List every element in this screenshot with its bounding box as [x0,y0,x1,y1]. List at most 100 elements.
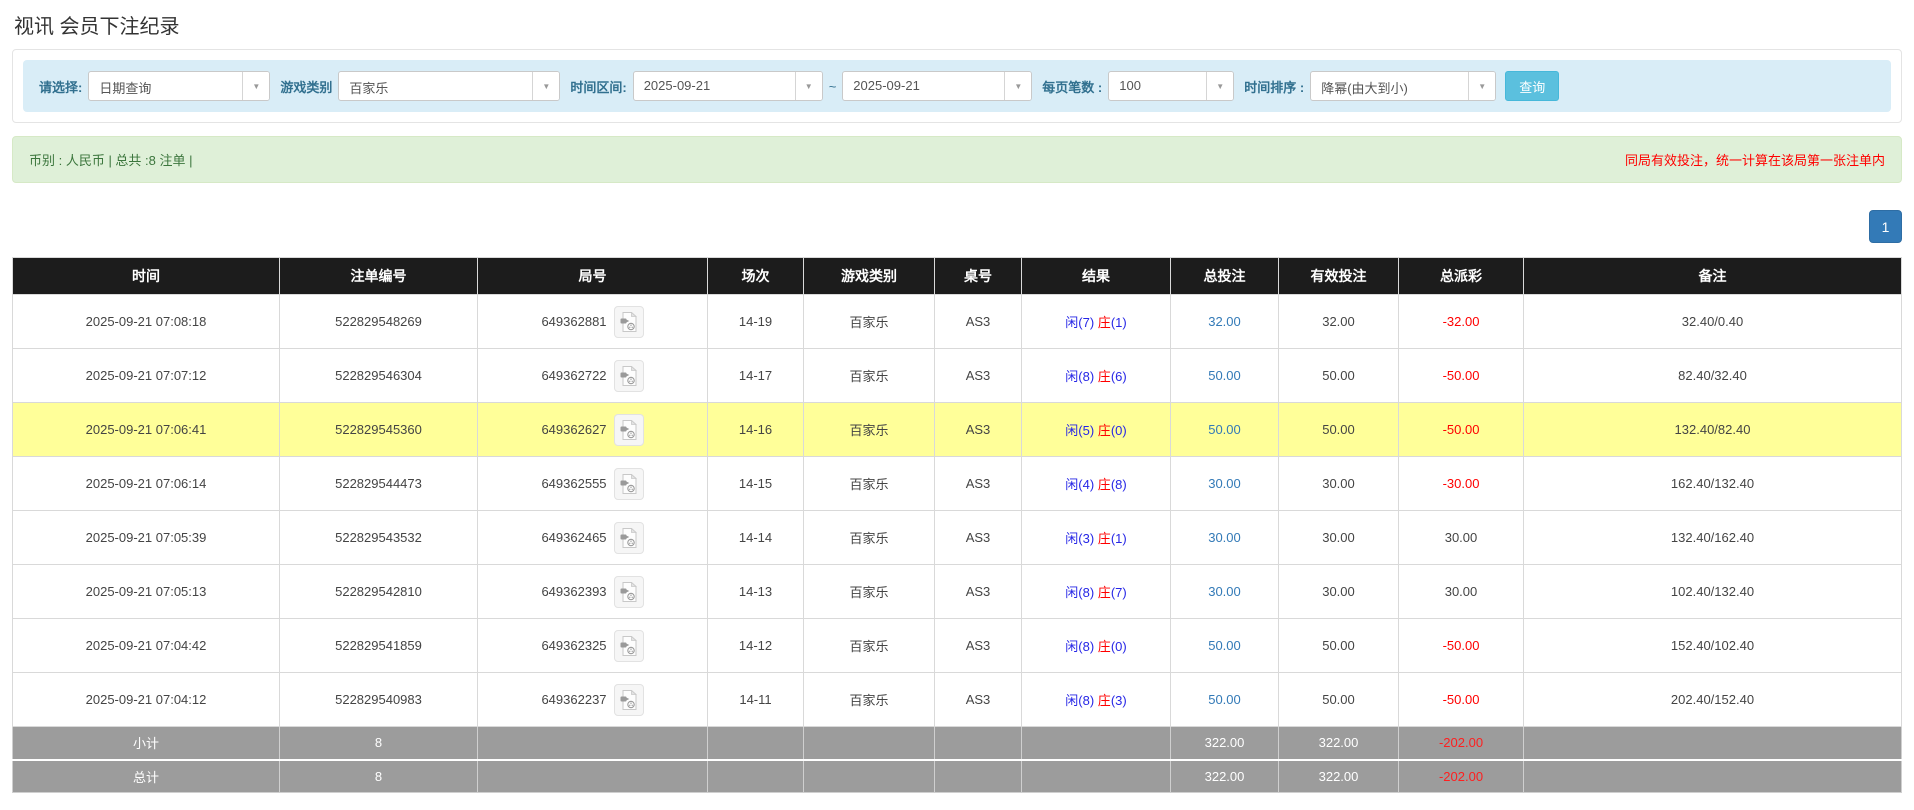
video-replay-button[interactable] [613,683,644,716]
result-banker: 庄 [1097,369,1111,384]
round-id-value: 649362555 [541,476,607,491]
cell-table-id: AS3 [934,402,1022,457]
cell-valid-bet: 50.00 [1278,618,1399,673]
cell-session: 14-17 [707,348,804,403]
video-file-icon [620,689,638,710]
result-banker: 庄 [1097,639,1111,654]
cell-payout: -50.00 [1398,618,1524,673]
cell-result: 闲(4) 庄(8) [1021,456,1171,511]
total-bet-link[interactable]: 50.00 [1208,368,1241,383]
result-banker-points: (3) [1110,693,1127,708]
video-replay-button[interactable] [613,413,644,446]
cell-total-bet: 50.00 [1170,402,1279,457]
video-file-icon [620,635,638,656]
date-from-select[interactable]: 2025-09-21 ▼ [632,71,823,101]
result-banker-points: (0) [1110,423,1127,438]
video-replay-button[interactable] [613,521,644,554]
cell-round-id: 649362393 [477,564,708,619]
filter-bar: 请选择: 日期查询 ▼ 游戏类别 百家乐 ▼ 时间区间: 2025-09-21 … [23,60,1891,112]
chevron-down-icon: ▼ [1468,72,1496,100]
video-replay-button[interactable] [613,467,644,500]
round-id-value: 649362237 [541,692,607,707]
date-to-select[interactable]: 2025-09-21 ▼ [842,71,1033,101]
cell-game-type: 百家乐 [803,510,935,565]
cell-valid-bet: 50.00 [1278,672,1399,727]
total-row: 总计 8 322.00 322.00 -202.00 [12,758,1902,793]
game-type-label: 游戏类别 [280,79,333,95]
game-type-select[interactable]: 百家乐 ▼ [338,71,561,101]
subtotal-count: 8 [279,726,478,760]
result-player: 闲(5) [1065,423,1095,438]
table-row: 2025-09-21 07:06:41 522829545360 6493626… [12,402,1902,457]
summary-bar: 币别 : 人民币 | 总共 :8 注单 | 同局有效投注，统一计算在该局第一张注… [12,136,1902,183]
table-row: 2025-09-21 07:07:12 522829546304 6493627… [12,348,1902,403]
video-replay-button[interactable] [613,629,644,662]
total-payout: -202.00 [1398,758,1524,793]
header-table-id: 桌号 [934,257,1022,295]
table-row: 2025-09-21 07:06:14 522829544473 6493625… [12,456,1902,511]
cell-session: 14-19 [707,294,804,349]
round-id-value: 649362722 [541,368,607,383]
cell-time: 2025-09-21 07:05:13 [12,564,280,619]
cell-remark: 152.40/102.40 [1523,618,1902,673]
chevron-down-icon: ▼ [1206,72,1234,100]
total-bet-link[interactable]: 30.00 [1208,530,1241,545]
cell-table-id: AS3 [934,618,1022,673]
header-round-id: 局号 [477,257,708,295]
subtotal-label: 小计 [12,726,280,760]
mode-select[interactable]: 日期查询 ▼ [88,71,271,101]
result-banker-points: (1) [1110,531,1127,546]
cell-remark: 202.40/152.40 [1523,672,1902,727]
cell-result: 闲(7) 庄(1) [1021,294,1171,349]
cell-total-bet: 30.00 [1170,456,1279,511]
total-bet-link[interactable]: 32.00 [1208,314,1241,329]
video-replay-button[interactable] [613,575,644,608]
result-player: 闲(8) [1065,639,1095,654]
subtotal-valid-bet: 322.00 [1278,726,1399,760]
result-banker-points: (6) [1110,369,1127,384]
header-bet-id: 注单编号 [279,257,478,295]
chevron-down-icon: ▼ [794,72,822,100]
cell-table-id: AS3 [934,456,1022,511]
result-player: 闲(8) [1065,693,1095,708]
cell-round-id: 649362325 [477,618,708,673]
cell-result: 闲(8) 庄(7) [1021,564,1171,619]
subtotal-row: 小计 8 322.00 322.00 -202.00 [12,726,1902,760]
video-file-icon [620,473,638,494]
subtotal-payout: -202.00 [1398,726,1524,760]
table-row: 2025-09-21 07:08:18 522829548269 6493628… [12,294,1902,349]
video-file-icon [620,365,638,386]
header-valid-bet: 有效投注 [1278,257,1399,295]
cell-table-id: AS3 [934,294,1022,349]
cell-game-type: 百家乐 [803,618,935,673]
page-1-button[interactable]: 1 [1869,210,1902,243]
cell-total-bet: 30.00 [1170,510,1279,565]
cell-payout: 30.00 [1398,510,1524,565]
cell-table-id: AS3 [934,564,1022,619]
total-bet-link[interactable]: 50.00 [1208,638,1241,653]
cell-valid-bet: 30.00 [1278,456,1399,511]
video-replay-button[interactable] [613,359,644,392]
total-bet-link[interactable]: 50.00 [1208,692,1241,707]
per-page-label: 每页笔数 : [1042,79,1103,95]
cell-bet-id: 522829543532 [279,510,478,565]
video-replay-button[interactable] [613,305,644,338]
total-bet-link[interactable]: 30.00 [1208,476,1241,491]
filter-panel: 请选择: 日期查询 ▼ 游戏类别 百家乐 ▼ 时间区间: 2025-09-21 … [12,49,1902,123]
cell-time: 2025-09-21 07:04:42 [12,618,280,673]
cell-total-bet: 30.00 [1170,564,1279,619]
cell-valid-bet: 50.00 [1278,402,1399,457]
total-valid-bet: 322.00 [1278,758,1399,793]
cell-payout: -50.00 [1398,402,1524,457]
sort-select[interactable]: 降幂(由大到小) ▼ [1310,71,1497,101]
pagination: 1 [12,210,1902,243]
total-bet-link[interactable]: 30.00 [1208,584,1241,599]
sort-select-value: 降幂(由大到小) [1321,81,1408,96]
round-id-value: 649362465 [541,530,607,545]
result-banker: 庄 [1097,423,1111,438]
total-bet-link[interactable]: 50.00 [1208,422,1241,437]
per-page-select[interactable]: 100 ▼ [1108,71,1235,101]
search-button[interactable]: 查询 [1505,71,1560,101]
cell-session: 14-11 [707,672,804,727]
chevron-down-icon: ▼ [1004,72,1032,100]
